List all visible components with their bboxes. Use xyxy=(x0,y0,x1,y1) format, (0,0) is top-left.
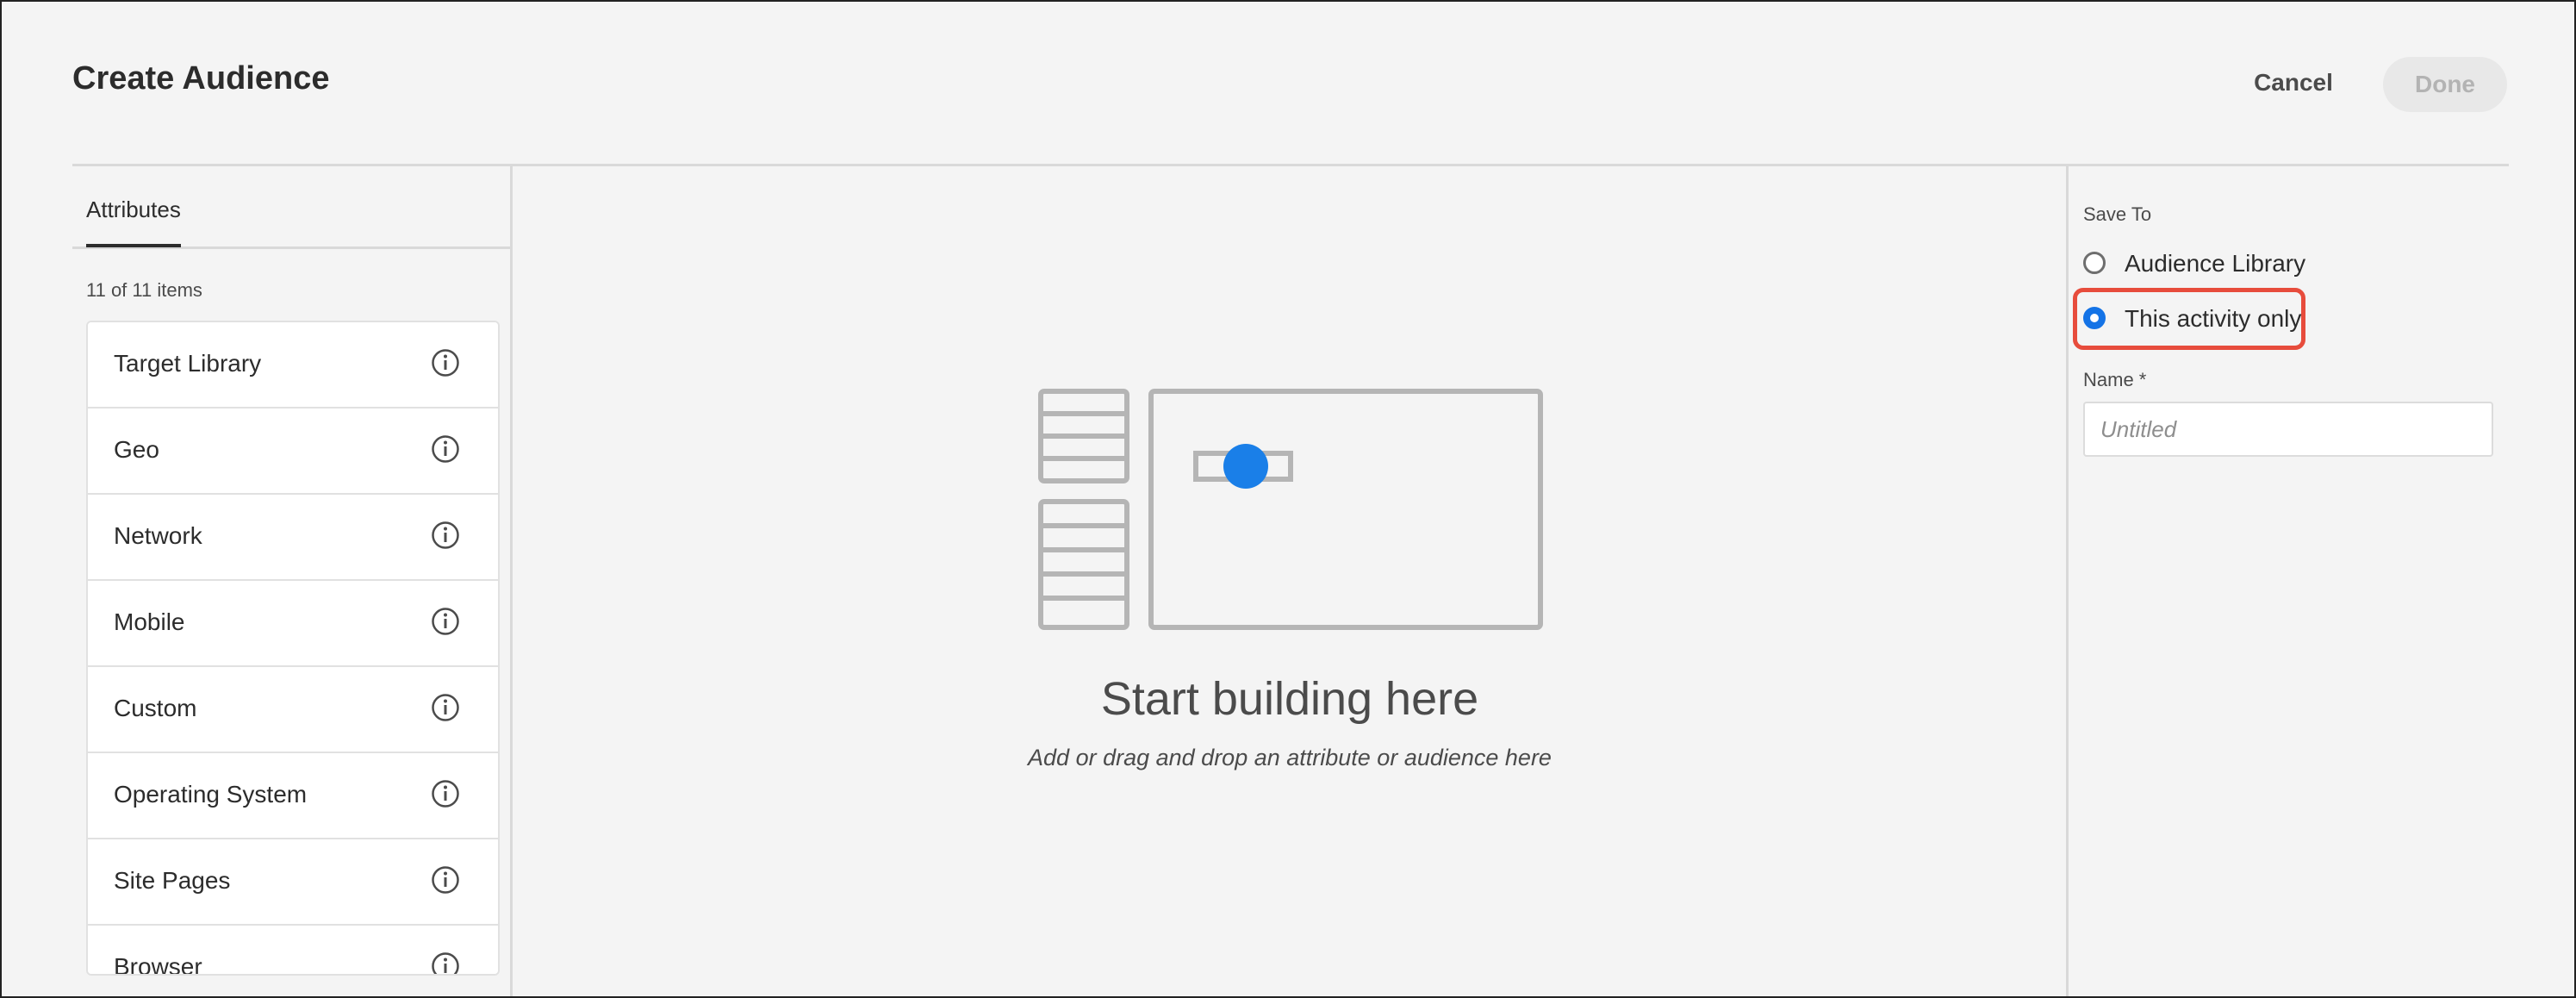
this-activity-only-label[interactable]: This activity only xyxy=(2125,305,2301,333)
name-field[interactable] xyxy=(2083,402,2493,457)
active-tab-indicator xyxy=(86,244,181,247)
attribute-label: Geo xyxy=(114,436,159,463)
page-title: Create Audience xyxy=(72,60,330,97)
header-divider xyxy=(72,164,2509,166)
info-icon[interactable] xyxy=(431,521,460,550)
info-icon[interactable] xyxy=(431,434,460,464)
done-button[interactable]: Done xyxy=(2383,57,2507,112)
audience-library-label[interactable]: Audience Library xyxy=(2125,250,2305,278)
attribute-item-geo[interactable]: Geo xyxy=(88,409,498,495)
attribute-label: Browser xyxy=(114,953,202,976)
attribute-item-network[interactable]: Network xyxy=(88,495,498,581)
empty-builder-illustration xyxy=(1038,389,1543,630)
info-icon[interactable] xyxy=(431,348,460,377)
items-count: 11 of 11 items xyxy=(86,279,202,301)
attribute-item-browser[interactable]: Browser xyxy=(88,926,498,976)
info-icon[interactable] xyxy=(431,607,460,636)
info-icon[interactable] xyxy=(431,779,460,808)
empty-state-subtitle: Add or drag and drop an attribute or aud… xyxy=(1028,745,1552,770)
cancel-button[interactable]: Cancel xyxy=(2242,57,2345,109)
attribute-item-mobile[interactable]: Mobile xyxy=(88,581,498,667)
audience-library-radio[interactable] xyxy=(2083,252,2106,274)
right-panel-divider xyxy=(2066,165,2069,996)
attribute-label: Mobile xyxy=(114,608,185,635)
attribute-item-custom[interactable]: Custom xyxy=(88,667,498,753)
attribute-item-target-library[interactable]: Target Library xyxy=(88,322,498,409)
info-icon[interactable] xyxy=(431,951,460,976)
attribute-label: Target Library xyxy=(114,350,262,377)
empty-state-title: Start building here xyxy=(1100,673,1479,725)
info-icon[interactable] xyxy=(431,865,460,895)
name-label: Name * xyxy=(2083,369,2147,390)
attribute-item-site-pages[interactable]: Site Pages xyxy=(88,839,498,926)
attribute-label: Network xyxy=(114,522,202,549)
info-icon[interactable] xyxy=(431,693,460,722)
attribute-label: Site Pages xyxy=(114,867,231,894)
attribute-list[interactable]: Target Library Geo Network Mobile Custom… xyxy=(86,321,500,976)
create-audience-window: Create Audience Cancel Done Attributes 1… xyxy=(0,0,2576,998)
attribute-label: Custom xyxy=(114,695,197,721)
attribute-item-operating-system[interactable]: Operating System xyxy=(88,753,498,839)
save-to-label: Save To xyxy=(2083,203,2152,225)
left-panel-divider xyxy=(510,165,513,996)
this-activity-only-radio[interactable] xyxy=(2083,307,2106,329)
tab-attributes[interactable]: Attributes xyxy=(86,196,181,223)
attribute-label: Operating System xyxy=(114,781,308,808)
